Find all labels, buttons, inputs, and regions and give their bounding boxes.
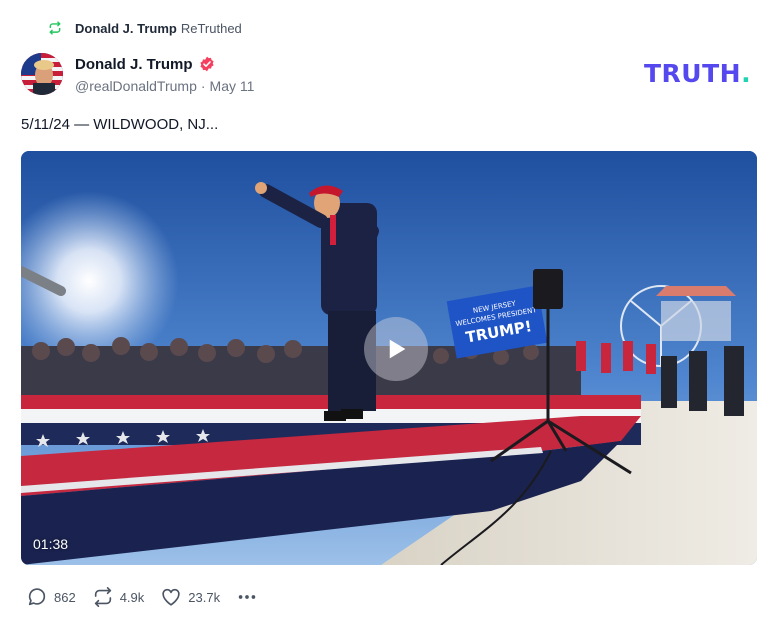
retruth-icon <box>48 21 62 35</box>
post-actions: 862 4.9k 23.7k <box>26 586 258 608</box>
retruth-label: ReTruthed <box>180 20 242 36</box>
play-button[interactable] <box>364 317 428 381</box>
play-icon <box>381 334 411 364</box>
heart-icon <box>160 586 182 608</box>
logo-text: TRUTH <box>644 58 742 88</box>
post-text: 5/11/24 — WILDWOOD, NJ... <box>21 116 219 133</box>
video-duration: 01:38 <box>33 536 69 552</box>
avatar[interactable] <box>21 53 63 95</box>
author-meta: @realDonaldTrump · May 11 <box>75 78 254 94</box>
author-handle[interactable]: @realDonaldTrump <box>75 78 197 94</box>
more-options-icon[interactable] <box>236 586 258 608</box>
logo-dot: . <box>741 58 752 88</box>
retruth-user-name[interactable]: Donald J. Trump <box>75 21 177 36</box>
meta-separator: · <box>200 78 206 94</box>
author-name-row: Donald J. Trump <box>75 54 215 74</box>
post-date[interactable]: May 11 <box>210 78 255 94</box>
author-name[interactable]: Donald J. Trump <box>75 56 193 73</box>
like-button[interactable]: 23.7k <box>160 586 220 608</box>
truth-social-logo: TRUTH. <box>644 58 751 88</box>
retruth-header: Donald J. Trump ReTruthed <box>48 18 242 38</box>
like-count: 23.7k <box>188 589 221 605</box>
video-player[interactable]: NEW JERSEY WELCOMES PRESIDENT TRUMP! 01:… <box>21 151 757 565</box>
reply-button[interactable]: 862 <box>26 586 76 608</box>
retruth-count: 4.9k <box>119 589 145 605</box>
reply-icon <box>26 586 48 608</box>
retruth-action-icon <box>92 586 114 608</box>
retruth-button[interactable]: 4.9k <box>92 586 145 608</box>
reply-count: 862 <box>54 589 76 605</box>
verified-badge-icon <box>199 56 215 72</box>
